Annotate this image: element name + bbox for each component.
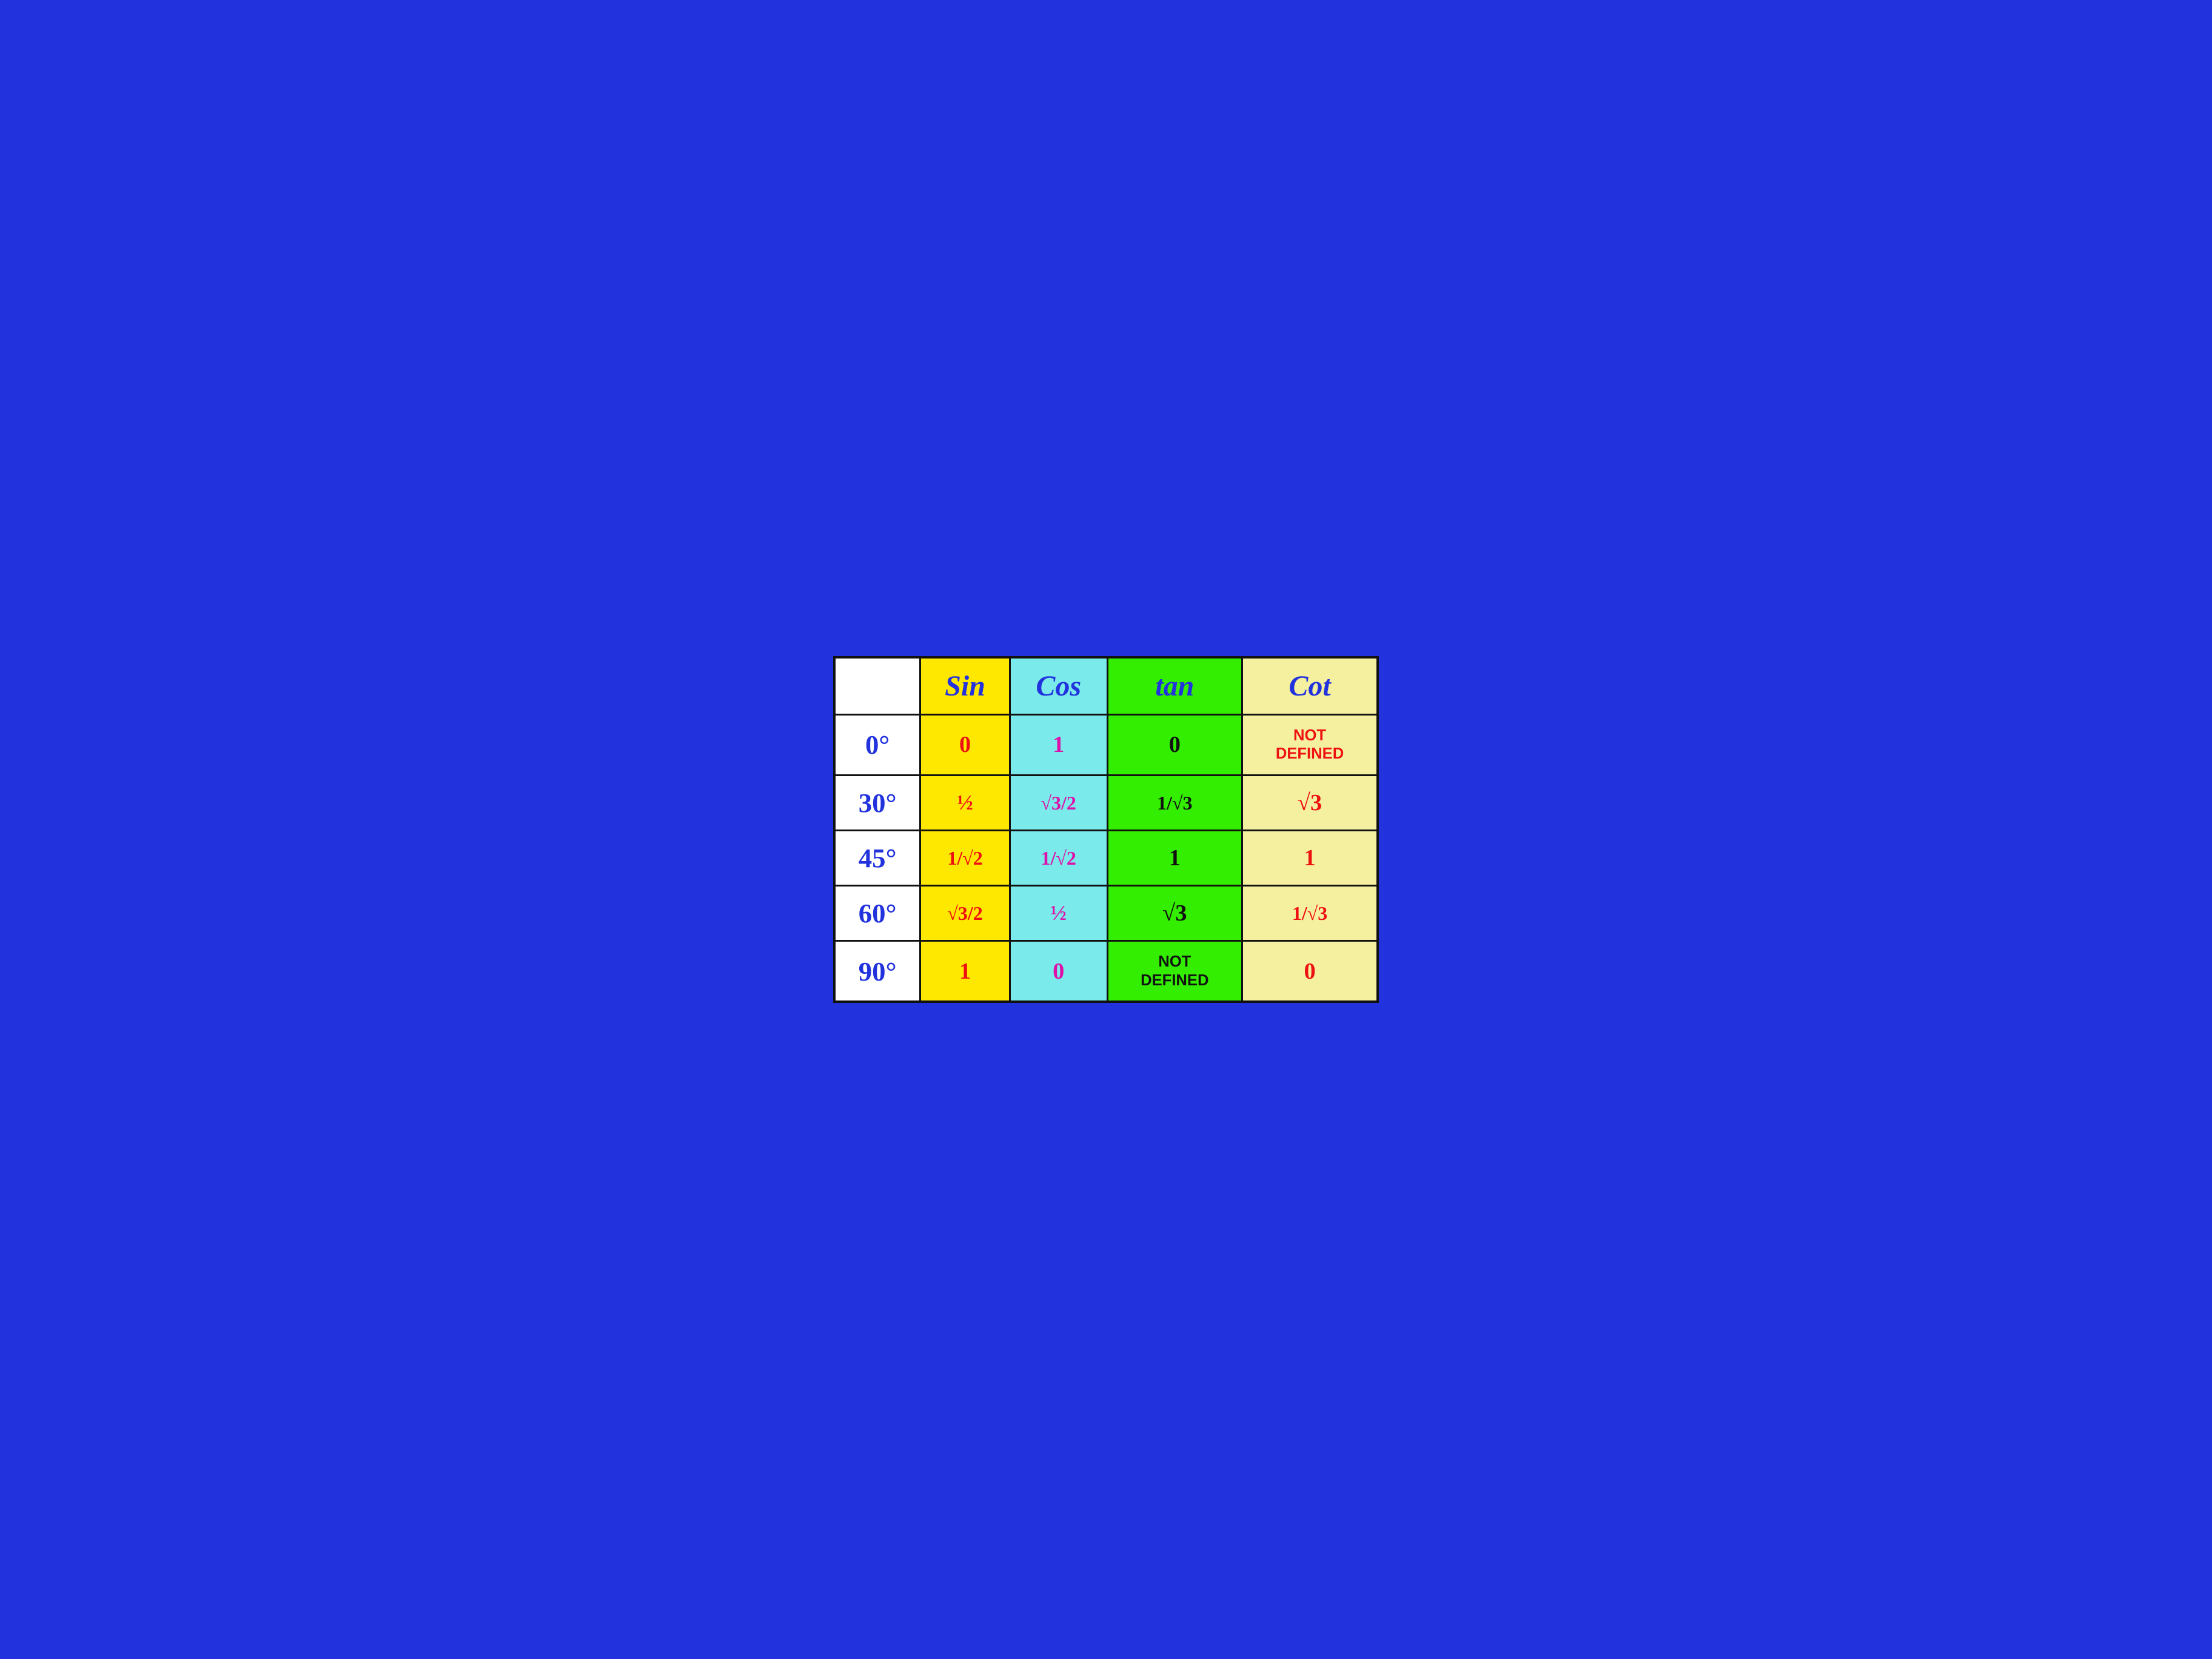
cell-tan-1: 1/√3	[1107, 776, 1242, 831]
cell-cos-1: √3/2	[1010, 776, 1107, 831]
cell-cos-4: 0	[1010, 941, 1107, 1002]
cell-cos-2: 1/√2	[1010, 831, 1107, 886]
cell-sin-1: ½	[920, 776, 1010, 831]
cell-angle-3: 60°	[834, 886, 920, 941]
trig-table: Sin Cos tan Cot 0°010NotDefined30°½√3/21…	[833, 656, 1379, 1004]
cell-cos-0: 1	[1010, 714, 1107, 775]
cell-angle-0: 0°	[834, 714, 920, 775]
cell-tan-2: 1	[1107, 831, 1242, 886]
cell-sin-4: 1	[920, 941, 1010, 1002]
page-wrapper: Sin Cos tan Cot 0°010NotDefined30°½√3/21…	[815, 638, 1397, 1022]
cell-tan-0: 0	[1107, 714, 1242, 775]
cell-tan-3: √3	[1107, 886, 1242, 941]
cell-angle-4: 90°	[834, 941, 920, 1002]
cell-sin-0: 0	[920, 714, 1010, 775]
header-cos: Cos	[1010, 657, 1107, 715]
header-cot: Cot	[1242, 657, 1378, 715]
cell-sin-2: 1/√2	[920, 831, 1010, 886]
header-sin: Sin	[920, 657, 1010, 715]
cell-cos-3: ½	[1010, 886, 1107, 941]
cell-sin-3: √3/2	[920, 886, 1010, 941]
cell-angle-1: 30°	[834, 776, 920, 831]
header-angle	[834, 657, 920, 715]
header-tan: tan	[1107, 657, 1242, 715]
cell-cot-1: √3	[1242, 776, 1378, 831]
cell-cot-2: 1	[1242, 831, 1378, 886]
cell-cot-3: 1/√3	[1242, 886, 1378, 941]
cell-angle-2: 45°	[834, 831, 920, 886]
cell-tan-4: NotDefined	[1107, 941, 1242, 1002]
cell-cot-0: NotDefined	[1242, 714, 1378, 775]
cell-cot-4: 0	[1242, 941, 1378, 1002]
